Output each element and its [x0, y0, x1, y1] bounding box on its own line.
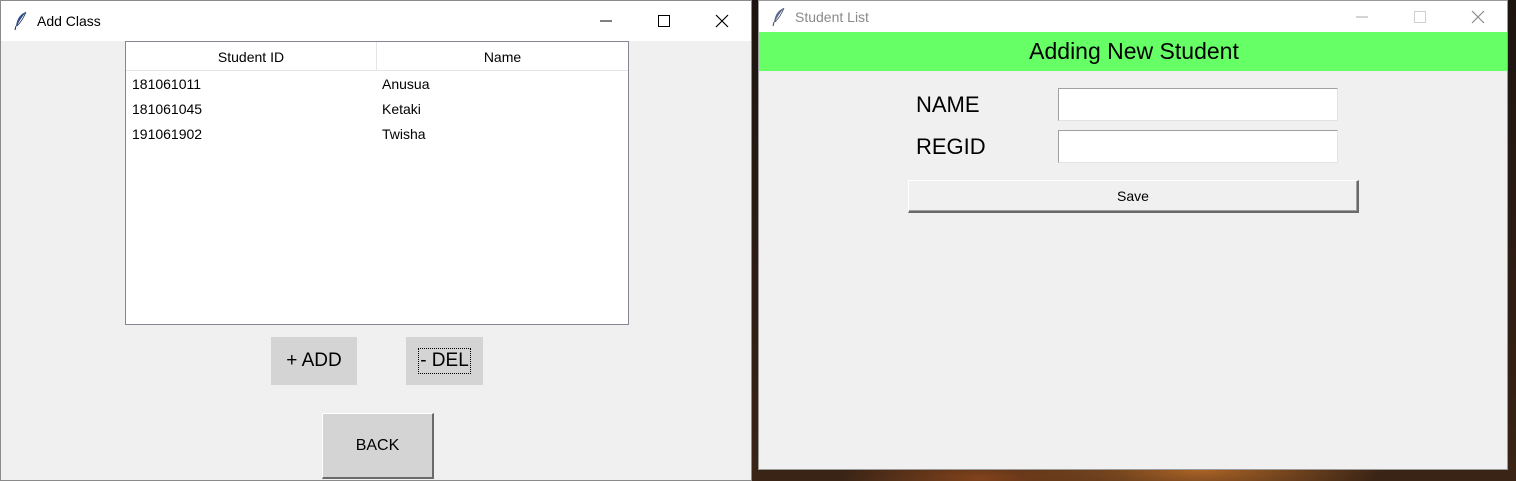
back-button[interactable]: BACK — [322, 413, 434, 479]
tk-feather-icon — [13, 11, 29, 31]
minimize-button[interactable] — [1333, 1, 1391, 32]
close-icon — [1471, 10, 1485, 23]
name-cell: Anusua — [382, 75, 430, 92]
title-bar[interactable]: Student List — [759, 1, 1507, 32]
name-label: NAME — [916, 92, 980, 117]
heading-banner: Adding New Student — [759, 32, 1507, 71]
table-header: Student ID Name — [126, 42, 628, 71]
regid-label: REGID — [916, 134, 986, 159]
close-icon — [715, 14, 729, 28]
title-bar[interactable]: Add Class — [1, 1, 751, 41]
name-cell: Twisha — [382, 125, 426, 142]
maximize-icon — [1414, 10, 1426, 23]
name-input[interactable] — [1058, 88, 1338, 121]
maximize-icon — [658, 15, 670, 27]
table-row[interactable]: 181061011 Anusua — [126, 71, 628, 96]
column-header-name[interactable]: Name — [377, 42, 628, 71]
window-title: Add Class — [37, 13, 101, 29]
table-row[interactable]: 191061902 Twisha — [126, 121, 628, 146]
column-header-student-id[interactable]: Student ID — [126, 42, 377, 71]
close-button[interactable] — [693, 1, 751, 41]
minimize-icon — [1356, 16, 1368, 17]
save-button[interactable]: Save — [908, 180, 1359, 213]
maximize-button[interactable] — [1391, 1, 1449, 32]
student-id-cell: 181061011 — [132, 75, 202, 92]
delete-button-label: - DEL — [418, 348, 471, 374]
student-id-cell: 181061045 — [132, 100, 203, 117]
student-id-cell: 191061902 — [132, 125, 203, 142]
minimize-icon — [600, 20, 612, 22]
student-list-window: Student List Adding New Student NAME REG… — [758, 0, 1508, 470]
table-row[interactable]: 181061045 Ketaki — [126, 96, 628, 121]
add-button[interactable]: + ADD — [271, 337, 357, 385]
minimize-button[interactable] — [577, 1, 635, 41]
close-button[interactable] — [1449, 1, 1507, 32]
regid-input[interactable] — [1058, 130, 1338, 163]
add-class-window: Add Class Student ID Name 181061011 Anus… — [0, 0, 752, 481]
name-cell: Ketaki — [382, 100, 421, 117]
maximize-button[interactable] — [635, 1, 693, 41]
delete-button[interactable]: - DEL — [406, 337, 483, 385]
window-title: Student List — [795, 8, 869, 25]
student-table[interactable]: Student ID Name 181061011 Anusua 1810610… — [125, 41, 629, 325]
tk-feather-icon — [771, 7, 787, 27]
